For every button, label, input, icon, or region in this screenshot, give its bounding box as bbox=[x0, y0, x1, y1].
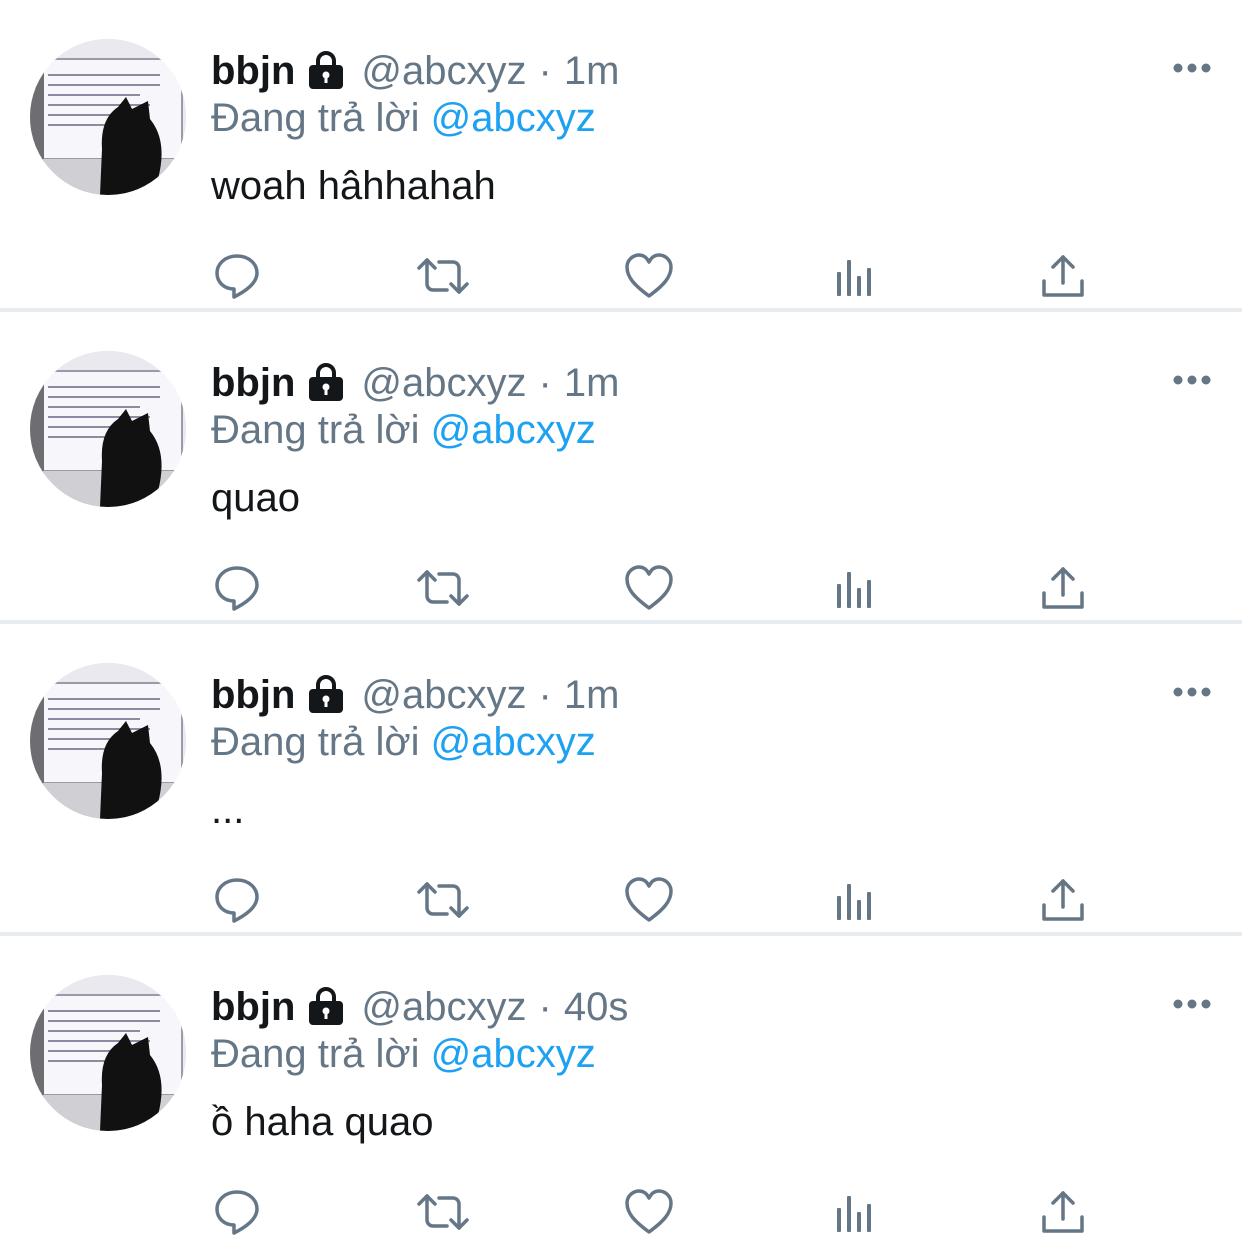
share-icon bbox=[1040, 253, 1086, 299]
tweet-feed: bbjn @abcxyz · 1m Đang trả lời @abcxyz w… bbox=[0, 0, 1242, 1258]
reply-prefix: Đang trả lời bbox=[211, 96, 420, 140]
like-icon bbox=[624, 253, 674, 299]
replying-to: Đang trả lời @abcxyz bbox=[211, 408, 596, 453]
retweet-icon bbox=[415, 876, 471, 924]
reply-prefix: Đang trả lời bbox=[211, 408, 420, 452]
analytics-icon bbox=[833, 566, 877, 610]
retweet-button[interactable] bbox=[417, 250, 469, 302]
timestamp[interactable]: 1m bbox=[564, 49, 620, 94]
retweet-button[interactable] bbox=[417, 562, 469, 614]
tweet-text: ... bbox=[211, 788, 245, 832]
analytics-button[interactable] bbox=[829, 1186, 881, 1238]
reply-mention[interactable]: @abcxyz bbox=[431, 408, 596, 452]
reply-prefix: Đang trả lời bbox=[211, 1032, 420, 1076]
share-button[interactable] bbox=[1037, 562, 1089, 614]
action-bar bbox=[211, 250, 1091, 302]
like-button[interactable] bbox=[623, 250, 675, 302]
like-button[interactable] bbox=[623, 1186, 675, 1238]
reply-prefix: Đang trả lời bbox=[211, 720, 420, 764]
user-handle[interactable]: @abcxyz bbox=[361, 673, 526, 718]
replying-to: Đang trả lời @abcxyz bbox=[211, 96, 596, 141]
separator: · bbox=[538, 48, 552, 93]
more-icon[interactable] bbox=[1172, 368, 1212, 392]
analytics-icon bbox=[833, 878, 877, 922]
tweet[interactable]: bbjn @abcxyz · 1m Đang trả lời @a bbox=[0, 0, 1242, 312]
reply-mention[interactable]: @abcxyz bbox=[431, 720, 596, 764]
timestamp[interactable]: 40s bbox=[564, 985, 629, 1030]
reply-icon bbox=[213, 252, 261, 300]
lock-icon bbox=[305, 362, 347, 404]
tweet-header: bbjn @abcxyz · 1m bbox=[211, 669, 619, 721]
avatar[interactable] bbox=[30, 975, 186, 1131]
like-button[interactable] bbox=[623, 874, 675, 926]
lock-icon bbox=[305, 674, 347, 716]
avatar[interactable] bbox=[30, 663, 186, 819]
tweet[interactable]: bbjn @abcxyz · 1m Đang trả lời @a bbox=[0, 624, 1242, 936]
user-handle[interactable]: @abcxyz bbox=[361, 49, 526, 94]
tweet-text: woah hâhhahah bbox=[211, 164, 496, 208]
share-icon bbox=[1040, 1189, 1086, 1235]
retweet-icon bbox=[415, 252, 471, 300]
more-icon[interactable] bbox=[1172, 992, 1212, 1016]
separator: · bbox=[538, 672, 552, 717]
retweet-button[interactable] bbox=[417, 874, 469, 926]
tweet-text: ồ haha quao bbox=[211, 1100, 434, 1144]
share-icon bbox=[1040, 877, 1086, 923]
user-handle[interactable]: @abcxyz bbox=[361, 985, 526, 1030]
analytics-icon bbox=[833, 254, 877, 298]
timestamp[interactable]: 1m bbox=[564, 361, 620, 406]
like-button[interactable] bbox=[623, 562, 675, 614]
share-button[interactable] bbox=[1037, 1186, 1089, 1238]
reply-icon bbox=[213, 1188, 261, 1236]
display-name[interactable]: bbjn bbox=[211, 673, 295, 718]
reply-icon bbox=[213, 876, 261, 924]
replying-to: Đang trả lời @abcxyz bbox=[211, 1032, 596, 1077]
share-icon bbox=[1040, 565, 1086, 611]
reply-button[interactable] bbox=[211, 562, 263, 614]
display-name[interactable]: bbjn bbox=[211, 985, 295, 1030]
analytics-button[interactable] bbox=[829, 562, 881, 614]
more-icon[interactable] bbox=[1172, 680, 1212, 704]
like-icon bbox=[624, 565, 674, 611]
more-icon[interactable] bbox=[1172, 56, 1212, 80]
analytics-button[interactable] bbox=[829, 250, 881, 302]
display-name[interactable]: bbjn bbox=[211, 49, 295, 94]
separator: · bbox=[538, 984, 552, 1029]
lock-icon bbox=[305, 986, 347, 1028]
tweet-header: bbjn @abcxyz · 1m bbox=[211, 45, 619, 97]
reply-button[interactable] bbox=[211, 250, 263, 302]
timestamp[interactable]: 1m bbox=[564, 673, 620, 718]
tweet[interactable]: bbjn @abcxyz · 40s Đang trả lời @abcxyz … bbox=[0, 936, 1242, 1248]
like-icon bbox=[624, 877, 674, 923]
analytics-button[interactable] bbox=[829, 874, 881, 926]
avatar[interactable] bbox=[30, 351, 186, 507]
tweet-text: quao bbox=[211, 476, 300, 520]
avatar[interactable] bbox=[30, 39, 186, 195]
lock-icon bbox=[305, 50, 347, 92]
reply-mention[interactable]: @abcxyz bbox=[431, 1032, 596, 1076]
reply-button[interactable] bbox=[211, 1186, 263, 1238]
replying-to: Đang trả lời @abcxyz bbox=[211, 720, 596, 765]
retweet-icon bbox=[415, 1188, 471, 1236]
user-handle[interactable]: @abcxyz bbox=[361, 361, 526, 406]
action-bar bbox=[211, 874, 1091, 926]
reply-button[interactable] bbox=[211, 874, 263, 926]
like-icon bbox=[624, 1189, 674, 1235]
retweet-icon bbox=[415, 564, 471, 612]
reply-mention[interactable]: @abcxyz bbox=[431, 96, 596, 140]
tweet-header: bbjn @abcxyz · 1m bbox=[211, 357, 619, 409]
share-button[interactable] bbox=[1037, 250, 1089, 302]
analytics-icon bbox=[833, 1190, 877, 1234]
tweet[interactable]: bbjn @abcxyz · 1m Đang trả lời @a bbox=[0, 312, 1242, 624]
action-bar bbox=[211, 562, 1091, 614]
share-button[interactable] bbox=[1037, 874, 1089, 926]
action-bar bbox=[211, 1186, 1091, 1238]
display-name[interactable]: bbjn bbox=[211, 361, 295, 406]
reply-icon bbox=[213, 564, 261, 612]
tweet-header: bbjn @abcxyz · 40s bbox=[211, 981, 628, 1033]
retweet-button[interactable] bbox=[417, 1186, 469, 1238]
separator: · bbox=[538, 360, 552, 405]
